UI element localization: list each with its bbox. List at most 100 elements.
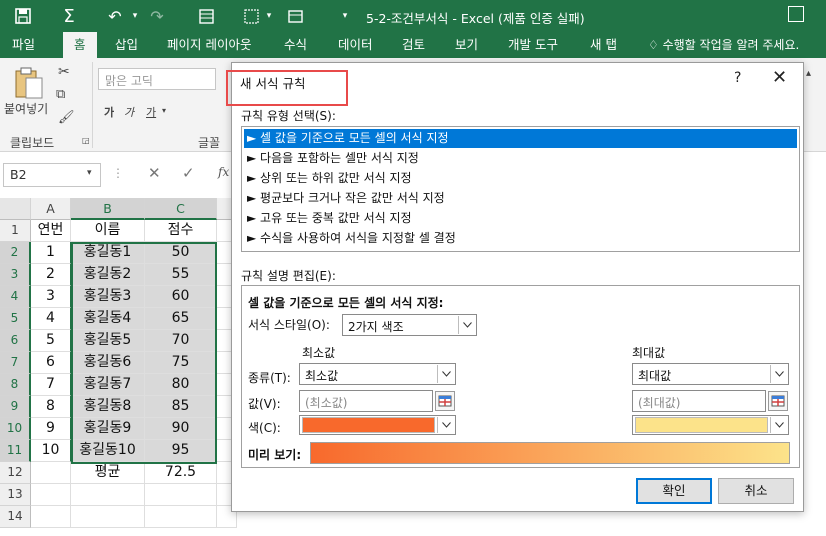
cell[interactable]: 95 <box>145 440 217 462</box>
cell[interactable] <box>31 462 71 484</box>
max-value-input[interactable]: (최대값) <box>632 390 766 412</box>
row-header[interactable]: 5 <box>0 308 31 330</box>
paste-label[interactable]: 붙여넣기 <box>4 100 48 117</box>
close-icon[interactable]: ✕ <box>772 67 787 88</box>
tab-review[interactable]: 검토 <box>402 32 425 58</box>
cell[interactable]: 점수 <box>145 220 217 242</box>
cancel-button[interactable]: 취소 <box>718 478 794 504</box>
row-header[interactable]: 8 <box>0 374 31 396</box>
row-header[interactable]: 3 <box>0 264 31 286</box>
range-select-icon[interactable] <box>768 391 788 411</box>
cell[interactable]: 홍길동10 <box>71 440 145 462</box>
ok-button[interactable]: 확인 <box>636 478 712 504</box>
row-header[interactable]: 11 <box>0 440 31 462</box>
cell[interactable]: 70 <box>145 330 217 352</box>
tell-me-box[interactable]: ♢ 수행할 작업을 알려 주세요. <box>648 32 799 58</box>
table-icon[interactable] <box>284 5 306 27</box>
rule-type-item[interactable]: ► 평균보다 크거나 작은 값만 서식 지정 <box>244 189 797 208</box>
row-header[interactable]: 6 <box>0 330 31 352</box>
cell[interactable]: 60 <box>145 286 217 308</box>
cell[interactable]: 90 <box>145 418 217 440</box>
row-header[interactable]: 9 <box>0 396 31 418</box>
underline-button[interactable]: 가 <box>146 104 156 120</box>
font-name-box[interactable]: 맑은 고딕 <box>98 68 216 90</box>
redo-icon[interactable]: ↷ <box>146 5 168 27</box>
select-all-corner[interactable] <box>0 198 31 220</box>
tab-data[interactable]: 데이터 <box>338 32 373 58</box>
insert-function-icon[interactable]: fx <box>218 165 229 179</box>
row-header[interactable]: 14 <box>0 506 31 528</box>
copy-icon[interactable]: ⧉ <box>56 87 65 102</box>
cell[interactable]: 홍길동6 <box>71 352 145 374</box>
cell[interactable]: 홍길동4 <box>71 308 145 330</box>
format-style-select[interactable]: 2가지 색조 <box>342 314 477 336</box>
tab-formulas[interactable]: 수식 <box>284 32 307 58</box>
cell[interactable]: 10 <box>31 440 71 462</box>
tab-new[interactable]: 새 탭 <box>590 32 617 58</box>
cell[interactable]: 6 <box>31 352 71 374</box>
bold-button[interactable]: 가 <box>104 104 114 120</box>
grid-dropdown-icon[interactable]: ▾ <box>258 5 280 27</box>
cell[interactable]: 이름 <box>71 220 145 242</box>
tab-home[interactable]: 홈 <box>63 32 97 58</box>
tab-file[interactable]: 파일 <box>12 32 35 58</box>
format-painter-icon[interactable]: 🖌 <box>58 110 75 125</box>
cell[interactable]: 7 <box>31 374 71 396</box>
cancel-formula-icon[interactable]: ✕ <box>148 164 161 182</box>
cell[interactable]: 홍길동1 <box>71 242 145 264</box>
cell[interactable] <box>145 506 217 528</box>
cell[interactable]: 65 <box>145 308 217 330</box>
restore-icon[interactable] <box>788 6 804 22</box>
cell[interactable]: 홍길동7 <box>71 374 145 396</box>
row-header[interactable]: 7 <box>0 352 31 374</box>
row-header[interactable]: 1 <box>0 220 31 242</box>
rule-type-item[interactable]: ► 셀 값을 기준으로 모든 셀의 서식 지정 <box>244 129 797 148</box>
row-header[interactable]: 13 <box>0 484 31 506</box>
col-header-a[interactable]: A <box>31 198 71 220</box>
tab-page-layout[interactable]: 페이지 레이아웃 <box>167 32 251 58</box>
cell[interactable]: 홍길동5 <box>71 330 145 352</box>
clipboard-launcher-icon[interactable]: ◲ <box>82 136 90 145</box>
row-header[interactable]: 10 <box>0 418 31 440</box>
row-header[interactable]: 4 <box>0 286 31 308</box>
cell[interactable]: 3 <box>31 286 71 308</box>
tab-developer[interactable]: 개발 도구 <box>508 32 558 58</box>
autosum-icon[interactable]: Σ <box>58 5 80 27</box>
row-header[interactable]: 2 <box>0 242 31 264</box>
tab-insert[interactable]: 삽입 <box>115 32 138 58</box>
rule-type-item[interactable]: ► 수식을 사용하여 서식을 지정할 셀 결정 <box>244 229 797 248</box>
cell[interactable]: 80 <box>145 374 217 396</box>
min-value-input[interactable]: (최소값) <box>299 390 433 412</box>
undo-icon[interactable]: ↶ <box>104 5 126 27</box>
ribbon-scroll-icon[interactable]: ▴ <box>806 68 811 79</box>
col-header-c[interactable]: C <box>145 198 217 220</box>
enter-formula-icon[interactable]: ✓ <box>182 164 195 182</box>
max-type-select[interactable]: 최대값 <box>632 363 789 385</box>
max-color-picker[interactable] <box>632 415 789 435</box>
form-icon[interactable] <box>195 5 217 27</box>
italic-button[interactable]: 가 <box>124 104 134 120</box>
rule-type-item[interactable]: ► 다음을 포함하는 셀만 서식 지정 <box>244 149 797 168</box>
save-icon[interactable] <box>12 5 34 27</box>
cell[interactable]: 50 <box>145 242 217 264</box>
rule-type-item[interactable]: ► 상위 또는 하위 값만 서식 지정 <box>244 169 797 188</box>
customize-toolbar-icon[interactable]: ▾ <box>334 5 356 27</box>
rule-type-list[interactable]: ► 셀 값을 기준으로 모든 셀의 서식 지정 ► 다음을 포함하는 셀만 서식… <box>241 126 800 252</box>
cell[interactable]: 홍길동8 <box>71 396 145 418</box>
cut-icon[interactable]: ✂ <box>58 64 70 80</box>
cell[interactable]: 9 <box>31 418 71 440</box>
undo-dropdown-icon[interactable]: ▾ <box>124 5 146 27</box>
cell[interactable]: 4 <box>31 308 71 330</box>
cell[interactable] <box>145 484 217 506</box>
row-header[interactable]: 12 <box>0 462 31 484</box>
rule-type-item[interactable]: ► 고유 또는 중복 값만 서식 지정 <box>244 209 797 228</box>
help-icon[interactable]: ? <box>734 70 741 86</box>
underline-dropdown-icon[interactable]: ▾ <box>162 106 166 115</box>
name-box-dropdown-icon[interactable]: ▾ <box>87 168 92 178</box>
cell[interactable] <box>71 506 145 528</box>
cell[interactable]: 2 <box>31 264 71 286</box>
cell[interactable]: 홍길동3 <box>71 286 145 308</box>
tab-view[interactable]: 보기 <box>455 32 478 58</box>
cell[interactable]: 75 <box>145 352 217 374</box>
cell[interactable] <box>31 506 71 528</box>
